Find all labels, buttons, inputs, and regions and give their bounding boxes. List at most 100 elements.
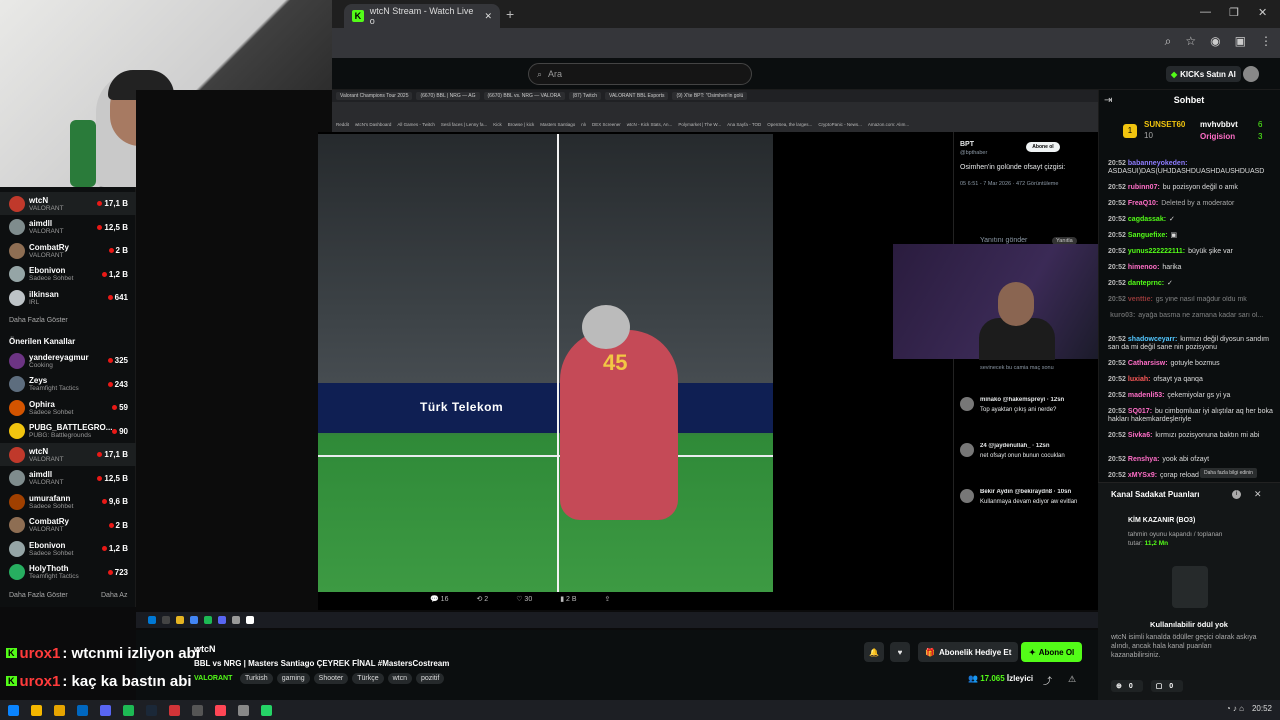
show-less-link[interactable]: Daha Az [101, 592, 127, 599]
reply-user[interactable]: Bekir Aydın @bekiraydn8 · 10sn [980, 489, 1090, 495]
minimize-button[interactable]: — [1200, 6, 1211, 18]
sidebar-channel[interactable]: wtcN VALORANT 17,1 B [0, 192, 136, 215]
start-icon[interactable] [8, 704, 19, 716]
zoom-icon[interactable]: ⌕ [1165, 34, 1172, 49]
inner-bookmark[interactable]: Browse | kick [508, 122, 534, 132]
sidebar-channel[interactable]: aimdll VALORANT 12,5 B [0, 216, 136, 239]
chat-message[interactable]: 20:52 himenoo: harika [1108, 264, 1274, 272]
whatsapp-icon[interactable] [261, 704, 272, 716]
points-b[interactable]: ▢ 0 [1150, 680, 1184, 692]
message-user[interactable]: Renshya: [1128, 456, 1160, 463]
tweet-author[interactable]: BPT [960, 141, 974, 148]
message-user[interactable]: babanneyokeden: [1128, 160, 1188, 167]
streamer-name[interactable]: wtcN [194, 644, 216, 654]
valorant-icon[interactable] [215, 704, 226, 716]
message-user[interactable]: himenoo: [1128, 264, 1160, 271]
points-a[interactable]: ⊕ 0 [1111, 680, 1143, 692]
tweet-subscribe-button[interactable]: Abone ol [1026, 142, 1060, 152]
message-user[interactable]: luxiah: [1128, 376, 1151, 383]
chrome-icon[interactable] [31, 704, 42, 716]
sidebar-channel[interactable]: wtcN VALORANT 17,1 B [0, 443, 136, 466]
inner-bookmark[interactable]: Ana Sayfa - TOD [727, 122, 761, 132]
message-user[interactable]: Catharsisw: [1128, 360, 1168, 367]
inner-tab[interactable]: (87) Twitch [568, 92, 601, 100]
sidebar-channel[interactable]: aimdll VALORANT 12,5 B [0, 467, 136, 490]
gift-sub-button[interactable]: 🎁 Abonelik Hediye Et [918, 642, 1019, 662]
reply-avatar[interactable] [960, 397, 974, 411]
message-user[interactable]: kuro03: [1110, 312, 1135, 319]
inner-bookmark[interactable]: CryptoPanic - News... [818, 122, 862, 132]
chat-message[interactable]: 20:52 danteprnc: ✓ [1108, 280, 1274, 288]
reply-input[interactable]: Yanıtını gönder [980, 237, 1027, 244]
extension-icon[interactable]: ◉ [1210, 34, 1220, 49]
app-icon-gray[interactable] [192, 704, 203, 716]
message-user[interactable]: FreaQ10: [1128, 200, 1158, 207]
app-icon-settings[interactable] [238, 704, 249, 716]
inner-tab[interactable]: (6670) BBL | NRG — AG [416, 92, 480, 100]
chat-message[interactable]: 20:52 Renshya: yook abi ofzayt [1108, 456, 1274, 464]
chat-message[interactable]: 20:52 rubinn07: bu pozisyon değil o amk [1108, 184, 1274, 192]
sidebar-channel[interactable]: ilkinsan IRL 641 [0, 286, 136, 309]
chat-message[interactable]: 20:52 madenli53: çekemiyolar gs yi ya [1108, 392, 1274, 400]
reply-count[interactable]: 💬 16 [430, 595, 448, 603]
tag-chip[interactable]: Shooter [313, 673, 349, 684]
inner-bookmark[interactable]: nlı [581, 122, 586, 132]
sidebar-channel[interactable]: HolyThoth Teamfight Tactics 723 [0, 561, 136, 584]
inner-bookmark[interactable]: All Games - Twitch [397, 122, 434, 132]
chat-message[interactable]: kuro03: ayağa basma ne zamana kadar sarı… [1108, 312, 1274, 320]
reply-user[interactable]: minako @hakemspreyi · 12sn [980, 397, 1090, 403]
inner-bookmark[interactable]: Sesli faces | Lenny fa... [441, 122, 487, 132]
like-count[interactable]: ♡ 30 [516, 595, 532, 603]
chat-message[interactable]: 20:52 cagdassak: ✓ [1108, 216, 1274, 224]
chat-message[interactable]: 20:52 Catharsisw: gotuyle bozmus [1108, 360, 1274, 368]
reply-avatar[interactable] [960, 443, 974, 457]
message-user[interactable]: rubinn07: [1128, 184, 1160, 191]
message-user[interactable]: xMYSx9: [1128, 472, 1157, 479]
user-avatar[interactable] [1243, 66, 1259, 82]
message-user[interactable]: cagdassak: [1128, 216, 1166, 223]
reply-user[interactable]: 24 @jaydenullah_ · 12sn [980, 443, 1090, 449]
chat-message[interactable]: 20:52 yunus222222111: büyük şike var [1108, 248, 1274, 256]
spotify-icon[interactable] [123, 704, 134, 716]
sidebar-channel[interactable]: umurafann Sadece Sohbet 9,6 B [0, 490, 136, 513]
inner-tab[interactable]: (6670) BBL vs. NRG — VALORA [483, 92, 565, 100]
puzzle-icon[interactable]: ▣ [1235, 34, 1246, 49]
inner-tab[interactable]: VALORANT BBL Esports [604, 92, 669, 100]
notification-bell-button[interactable]: 🔔 [864, 642, 884, 662]
sidebar-channel[interactable]: yandereyagmur Cooking 325 [0, 349, 136, 372]
chat-message[interactable]: 20:52 Sivka6: kırmızı pozisyonuna baktın … [1108, 432, 1274, 440]
share-icon[interactable]: ⤴ [1043, 674, 1052, 687]
inner-bookmark[interactable]: Polymarket | The W... [678, 122, 721, 132]
tag-chip[interactable]: Turkish [240, 673, 273, 684]
chat-message[interactable]: 20:52 babanneyokeden: ASDASUI)DAS(UHJDASH… [1108, 160, 1274, 176]
inner-bookmark[interactable]: Amazon.com: Alım... [868, 122, 909, 132]
inner-bookmark[interactable]: DEX Screener [592, 122, 621, 132]
maximize-button[interactable]: ❐ [1229, 6, 1239, 19]
app-icon-red[interactable] [169, 704, 180, 716]
message-user[interactable]: madenli53: [1128, 392, 1165, 399]
search-input[interactable]: ⌕ Ara [528, 63, 752, 85]
discord-icon[interactable] [100, 704, 111, 716]
browser-tab[interactable]: K wtcN Stream - Watch Live o ✕ [344, 4, 500, 28]
show-more-link[interactable]: Daha Fazla Göster [9, 317, 68, 324]
subscribe-button[interactable]: ✦ Abone Ol [1021, 642, 1083, 662]
follow-heart-button[interactable]: ♥ [890, 642, 910, 662]
close-icon[interactable]: ✕ [1254, 489, 1262, 500]
share-icon[interactable]: ⇪ [605, 595, 611, 603]
chat-message[interactable]: 20:52 FreaQ10: Deleted by a moderator [1108, 200, 1274, 208]
chat-message[interactable]: 20:52 venttie: gs yine nasıl mağdur oldu … [1108, 296, 1274, 304]
message-user[interactable]: SQ017: [1128, 408, 1152, 415]
show-more-link-2[interactable]: Daha Fazla Göster [9, 592, 68, 599]
bookmark-star-icon[interactable]: ☆ [1185, 34, 1196, 49]
sidebar-channel[interactable]: CombatRy VALORANT 2 B [0, 239, 136, 262]
sidebar-channel[interactable]: Ophira Sadece Sohbet 59 [0, 396, 136, 419]
message-user[interactable]: danteprnc: [1128, 280, 1164, 287]
tag-chip[interactable]: pozitif [416, 673, 445, 684]
edge-icon[interactable] [77, 704, 88, 716]
chat-message[interactable]: 20:52 shadowceyarr: kırmızı değil diyosun… [1108, 336, 1274, 352]
view-count[interactable]: ▮ 2 B [560, 595, 576, 603]
close-tab-icon[interactable]: ✕ [484, 11, 492, 22]
folder-icon[interactable] [54, 704, 65, 716]
menu-icon[interactable]: ⋮ [1260, 34, 1272, 49]
retweet-count[interactable]: ⟲ 2 [476, 595, 488, 603]
